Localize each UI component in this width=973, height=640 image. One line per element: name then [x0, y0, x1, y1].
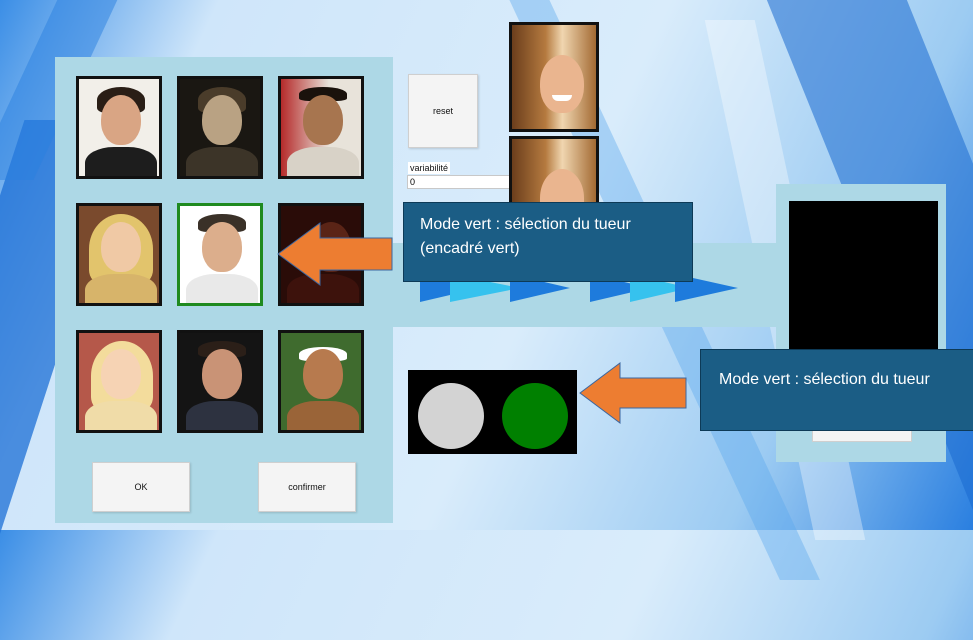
light-on-indicator: [502, 383, 568, 449]
suspect-photo-4[interactable]: [76, 203, 162, 306]
callout-line: Mode vert : sélection du tueur: [420, 216, 631, 233]
suspect-photo-1[interactable]: [76, 76, 162, 179]
variability-label: variabilité: [408, 162, 451, 174]
arrow-left-icon: [579, 362, 687, 424]
callout-green-mode: Mode vert : sélection du tueur (encadré …: [403, 202, 693, 282]
suspect-photo-3[interactable]: [278, 76, 364, 179]
callout-green-mode-indicator: Mode vert : sélection du tueur: [700, 349, 973, 431]
light-off-indicator: [418, 383, 484, 449]
suspect-photo-7[interactable]: [76, 330, 162, 433]
ok-button[interactable]: OK: [92, 462, 190, 512]
confirm-button[interactable]: confirmer: [258, 462, 356, 512]
reference-photo-duplicate: [509, 136, 599, 206]
variability-input[interactable]: [407, 175, 517, 189]
callout-line: Mode vert : sélection du tueur: [719, 371, 930, 388]
reset-button[interactable]: reset: [408, 74, 478, 148]
suspect-photo-5-selected[interactable]: [177, 203, 263, 306]
callout-line: (encadré vert): [420, 240, 520, 257]
output-screen: [789, 201, 938, 361]
suspect-photo-2[interactable]: [177, 76, 263, 179]
arrow-left-icon: [277, 222, 393, 286]
reference-photo: [509, 22, 599, 132]
indicator-lights: [408, 370, 577, 454]
suspect-photo-8[interactable]: [177, 330, 263, 433]
suspect-photo-9[interactable]: [278, 330, 364, 433]
